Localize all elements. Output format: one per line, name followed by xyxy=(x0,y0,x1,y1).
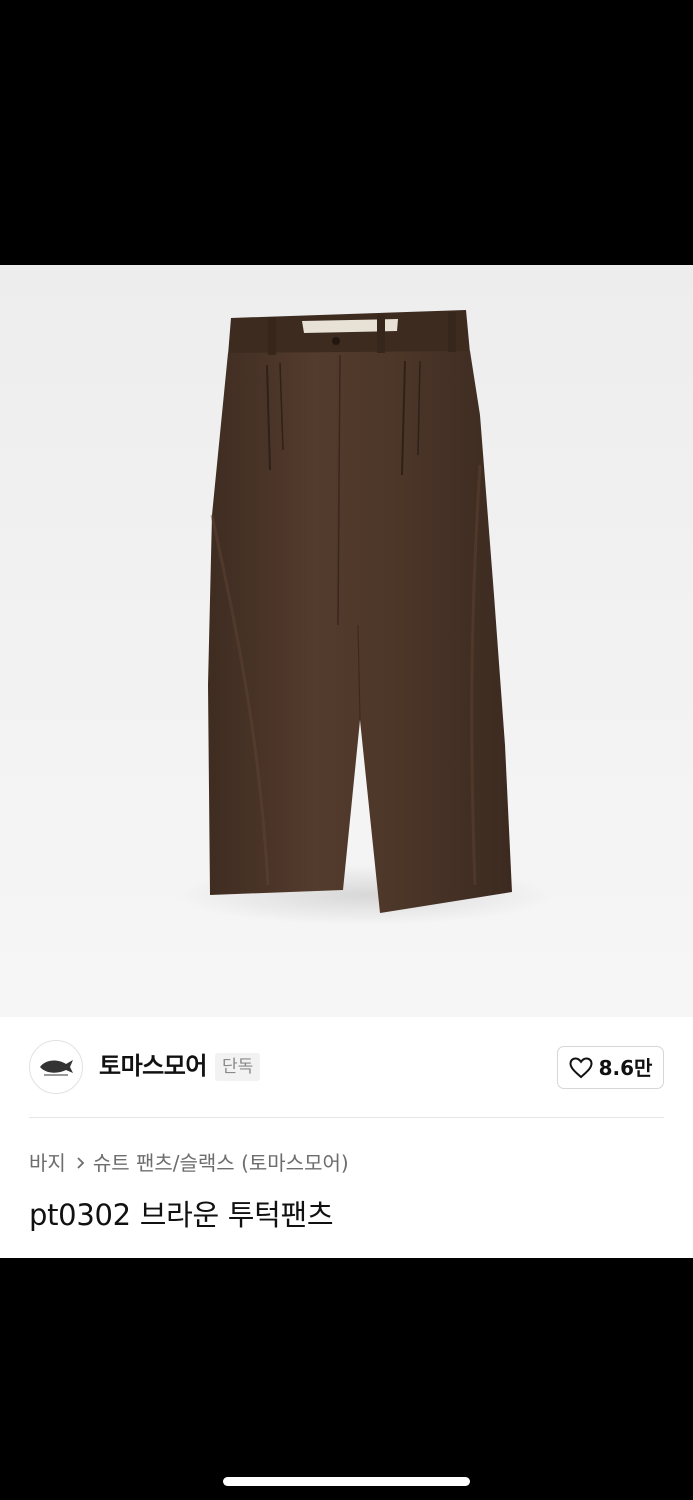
chevron-right-icon xyxy=(76,1156,85,1170)
breadcrumb-subcategory[interactable]: 슈트 팬츠/슬랙스 (토마스모어) xyxy=(93,1149,349,1177)
top-black-area xyxy=(0,0,693,265)
brand-logo[interactable] xyxy=(29,1040,83,1094)
heart-outline-icon xyxy=(569,1056,593,1078)
breadcrumb-category[interactable]: 바지 xyxy=(29,1149,66,1177)
brand-name[interactable]: 토마스모어 xyxy=(99,1050,207,1082)
product-info-panel: 토마스모어 단독 8.6만 바지 슈트 팬츠/슬랙스 (토마스모어) pt030… xyxy=(0,1017,693,1258)
product-image[interactable] xyxy=(0,265,693,1017)
whale-logo-icon xyxy=(40,1060,73,1076)
bottom-black-area xyxy=(0,1258,693,1500)
home-indicator[interactable] xyxy=(223,1477,470,1486)
product-title: pt0302 브라운 투턱팬츠 xyxy=(29,1198,334,1232)
like-button[interactable]: 8.6만 xyxy=(557,1046,664,1089)
brown-two-tuck-pants-photo xyxy=(175,310,555,925)
divider xyxy=(29,1117,664,1118)
exclusive-badge: 단독 xyxy=(215,1053,261,1081)
breadcrumb: 바지 슈트 팬츠/슬랙스 (토마스모어) xyxy=(29,1149,349,1177)
like-count: 8.6만 xyxy=(598,1055,653,1080)
